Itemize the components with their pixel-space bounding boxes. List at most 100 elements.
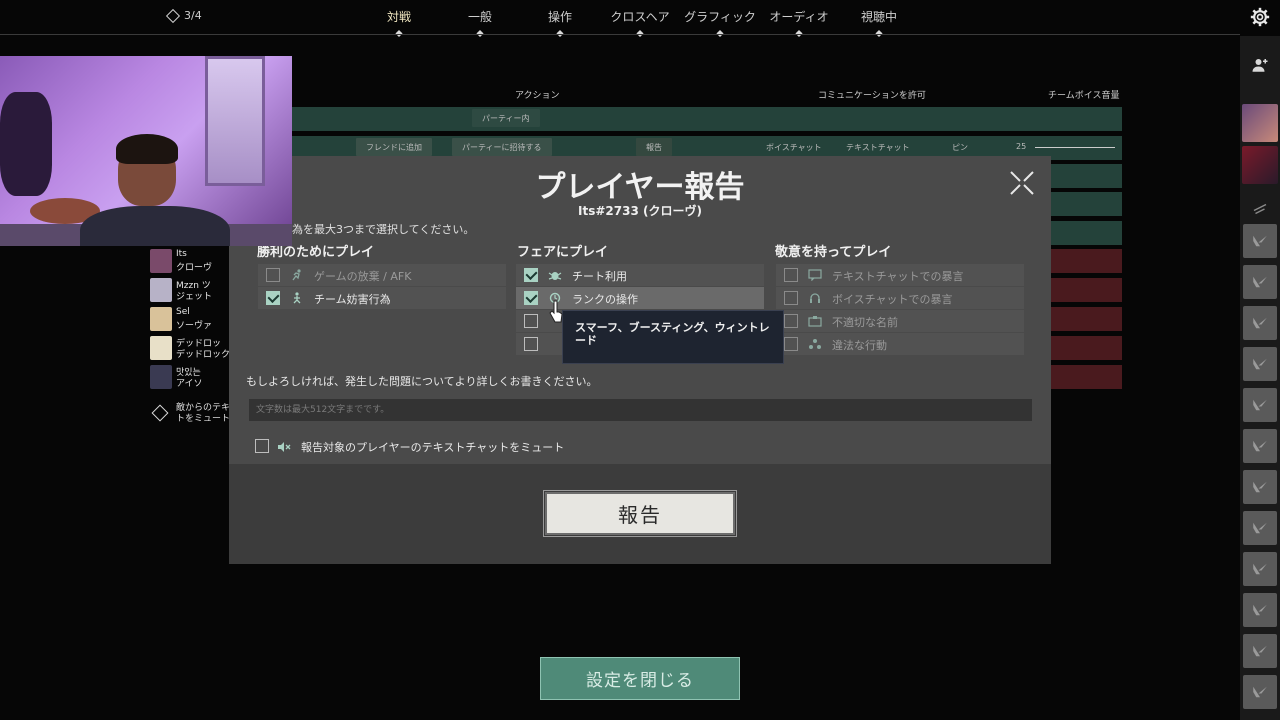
report-option-cheating[interactable]: チート利用 xyxy=(516,264,764,286)
agent-name: アイソ xyxy=(176,379,203,389)
checkbox[interactable] xyxy=(266,268,280,282)
checkbox[interactable] xyxy=(255,439,269,453)
trip-icon xyxy=(293,292,301,304)
player-entry[interactable]: Its クローヴ xyxy=(150,249,240,273)
valorant-logo-icon xyxy=(1253,481,1267,493)
valorant-logo-icon xyxy=(1253,440,1267,452)
voice-volume-slider[interactable] xyxy=(1035,147,1115,148)
valorant-logo-icon xyxy=(1253,645,1267,657)
checkbox[interactable] xyxy=(266,291,280,305)
agent-name: ジェット xyxy=(176,292,213,302)
avatar xyxy=(150,365,172,389)
friend-slot[interactable] xyxy=(1243,675,1277,709)
ping-toggle[interactable]: ピン xyxy=(942,138,978,156)
party-chip: パーティー内 xyxy=(472,109,540,127)
webcam-background xyxy=(205,56,265,186)
checkbox[interactable] xyxy=(784,337,798,351)
gear-icon[interactable] xyxy=(1250,7,1270,27)
valorant-logo-icon xyxy=(1253,358,1267,370)
player-entry[interactable]: Sel ソーヴァ xyxy=(150,307,240,331)
valorant-logo-icon xyxy=(1253,563,1267,575)
category-heading: フェアにプレイ xyxy=(517,245,609,260)
valorant-logo-icon xyxy=(1253,276,1267,288)
tab-match[interactable]: 対戦 xyxy=(387,8,411,25)
report-option-inappropriate-name[interactable]: 不適切な名前 xyxy=(776,310,1024,332)
column-header-voice-volume: チームボイス音量 xyxy=(1048,91,1120,101)
avatar xyxy=(150,249,172,273)
social-rail xyxy=(1240,36,1280,720)
close-icon[interactable] xyxy=(1009,170,1035,196)
checkbox[interactable] xyxy=(784,268,798,282)
checkbox[interactable] xyxy=(784,291,798,305)
friend-slot[interactable] xyxy=(1243,265,1277,299)
checkbox[interactable] xyxy=(524,314,538,328)
report-submit-button[interactable]: 報告 xyxy=(543,490,737,537)
report-option-afk[interactable]: ゲームの放棄 / AFK xyxy=(258,264,506,286)
tab-crosshair[interactable]: クロスヘア xyxy=(610,8,669,25)
friend-slot[interactable] xyxy=(1243,306,1277,340)
network-icon xyxy=(809,339,821,349)
invite-party-button[interactable]: パーティーに招待する xyxy=(452,138,552,156)
volume-value: 25 xyxy=(1016,142,1027,151)
text-chat-toggle[interactable]: テキストチャット xyxy=(836,138,920,156)
voice-chat-toggle[interactable]: ボイスチャット xyxy=(756,138,832,156)
tab-graphics[interactable]: グラフィック xyxy=(684,8,756,25)
valorant-logo-icon xyxy=(1253,317,1267,329)
progress-indicator: 3/4 xyxy=(165,8,202,23)
reported-player-name: Its#2733 (クローヴ) xyxy=(578,204,702,218)
tab-audio[interactable]: オーディオ xyxy=(769,8,828,25)
nametag-icon xyxy=(808,316,822,327)
report-option-voice-abuse[interactable]: ボイスチャットでの暴言 xyxy=(776,287,1024,309)
friend-slot[interactable] xyxy=(1243,634,1277,668)
friend-slot[interactable] xyxy=(1243,224,1277,258)
valorant-logo-icon xyxy=(1253,604,1267,616)
agent-name: デッドロック xyxy=(176,350,231,360)
diamond-icon xyxy=(165,8,181,23)
category-heading: 敬意を持ってプレイ xyxy=(775,245,892,260)
player-entry[interactable]: デッドロッ デッドロック xyxy=(150,336,240,360)
friend-slot[interactable] xyxy=(1243,593,1277,627)
player-name: Sel xyxy=(176,307,190,317)
friend-slot[interactable] xyxy=(1243,347,1277,381)
progress-count: 3/4 xyxy=(184,9,202,22)
add-friend-icon[interactable] xyxy=(1243,48,1277,82)
friend-avatar[interactable] xyxy=(1242,146,1278,184)
tab-spectating[interactable]: 視聴中 xyxy=(861,8,897,25)
tab-controls[interactable]: 操作 xyxy=(548,8,572,25)
friend-avatar[interactable] xyxy=(1242,104,1278,142)
dialog-title: プレイヤー報告 xyxy=(535,170,745,205)
hand-cursor-icon xyxy=(549,300,563,323)
valorant-logo-icon xyxy=(1253,686,1267,698)
report-row-button[interactable]: 報告 xyxy=(636,138,672,156)
webcam-overlay xyxy=(0,56,292,246)
column-header-action: アクション xyxy=(515,91,560,101)
friend-slot[interactable] xyxy=(1243,388,1277,422)
add-friend-button[interactable]: フレンドに追加 xyxy=(356,138,432,156)
close-settings-button[interactable]: 設定を閉じる xyxy=(540,657,740,700)
details-label: もしよろしければ、発生した問題についてより詳しくお書きください。 xyxy=(246,375,598,388)
friend-slot[interactable] xyxy=(1243,552,1277,586)
checkbox[interactable] xyxy=(524,268,538,282)
webcam-person xyxy=(80,206,230,246)
scoreboard-row: パーティー内 xyxy=(292,107,1122,131)
details-input[interactable] xyxy=(249,399,1032,421)
friend-slot[interactable] xyxy=(1243,470,1277,504)
tab-general[interactable]: 一般 xyxy=(468,8,492,25)
valorant-logo-icon xyxy=(1253,235,1267,247)
checkbox[interactable] xyxy=(784,314,798,328)
speaker-mute-icon xyxy=(278,442,291,452)
running-icon xyxy=(292,269,301,281)
friend-slot[interactable] xyxy=(1243,429,1277,463)
checkbox[interactable] xyxy=(524,291,538,305)
player-name: Its xyxy=(176,249,187,259)
webcam-person xyxy=(116,134,178,164)
column-header-allow-comm: コミュニケーションを許可 xyxy=(818,91,926,101)
player-entry[interactable]: Mzzn ツ ジェット xyxy=(150,278,240,302)
diamond-icon xyxy=(151,404,169,422)
friend-slot[interactable] xyxy=(1243,511,1277,545)
player-entry[interactable]: 맛있는 アイソ xyxy=(150,365,240,389)
report-option-text-abuse[interactable]: テキストチャットでの暴言 xyxy=(776,264,1024,286)
checkbox[interactable] xyxy=(524,337,538,351)
report-option-griefing[interactable]: チーム妨害行為 xyxy=(258,287,506,309)
report-option-illegal-behavior[interactable]: 違法な行動 xyxy=(776,333,1024,355)
